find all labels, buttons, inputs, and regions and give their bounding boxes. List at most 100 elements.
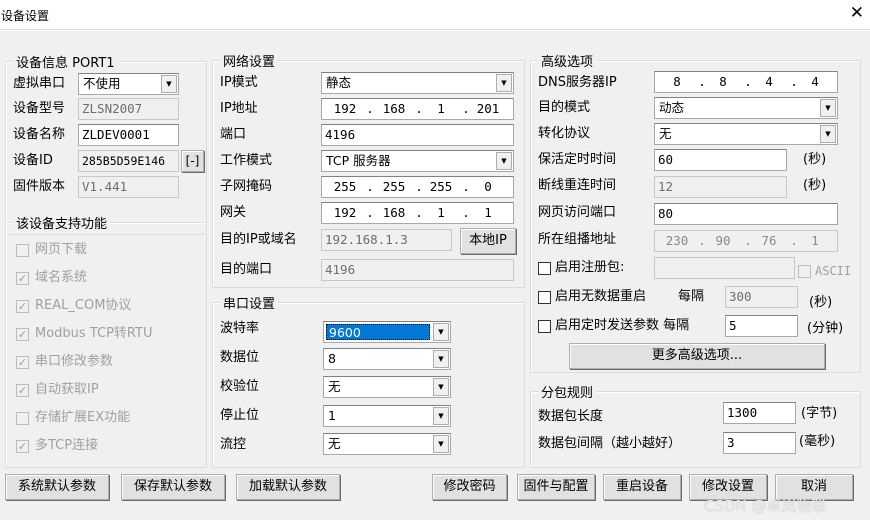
flow-select[interactable]: 无 ▼ [323, 433, 451, 455]
timed-send-checkbox[interactable] [538, 320, 551, 333]
baud-select[interactable]: 9600 ▼ [323, 321, 451, 343]
parity-select[interactable]: 无 ▼ [323, 376, 451, 398]
keepalive-field[interactable]: 60 [654, 149, 787, 171]
protocol-select[interactable]: 无 ▼ [654, 123, 838, 145]
feature-checkbox: ✓ [16, 300, 29, 313]
every-label: 每隔 [678, 289, 705, 304]
multicast-field: 230. 90. 76. 1 [654, 230, 838, 252]
dest-ip-field: 192.168.1.3 [321, 229, 452, 251]
device-id-button[interactable]: [-] [181, 150, 204, 172]
chevron-down-icon[interactable]: ▼ [496, 152, 512, 170]
ip-mode-select[interactable]: 静态 ▼ [321, 72, 514, 94]
protocol-label: 转化协议 [538, 126, 591, 141]
ip-mode-label: IP模式 [220, 75, 258, 90]
ascii-checkbox [798, 265, 811, 278]
packet-group: 分包规则 [530, 382, 861, 468]
ip-address-field[interactable]: 192. 168. 1. 201 [321, 98, 514, 120]
timed-send-field[interactable]: 5 [725, 315, 798, 337]
system-default-button[interactable]: 系统默认参数 [5, 474, 109, 500]
databits-label: 数据位 [220, 350, 260, 365]
feature-checkbox: ✓ [16, 356, 29, 369]
serial-title: 串口设置 [220, 293, 279, 312]
feature-label: 串口修改参数 [35, 354, 114, 369]
change-password-button[interactable]: 修改密码 [432, 474, 507, 500]
dialog-body: 设备信息 PORT1 虚拟串口 不使用 ▼ 设备型号 ZLSN2007 设备名称… [0, 31, 870, 520]
device-id-label: 设备ID [13, 153, 53, 168]
flow-label: 流控 [220, 437, 247, 452]
cancel-button[interactable]: 取消 [775, 474, 853, 500]
feature-label: Modbus TCP转RTU [35, 326, 153, 341]
device-id-field: 285B5D59E146 [78, 150, 179, 172]
device-name-label: 设备名称 [13, 127, 66, 142]
chevron-down-icon[interactable]: ▼ [433, 435, 449, 453]
firmware-config-button[interactable]: 固件与配置 [517, 474, 595, 500]
device-name-field[interactable]: ZLDEV0001 [78, 124, 179, 146]
model-label: 设备型号 [13, 101, 66, 116]
timed-send-unit: (分钟) [807, 321, 844, 336]
register-checkbox[interactable] [538, 262, 551, 275]
virtual-port-select[interactable]: 不使用 ▼ [78, 73, 179, 95]
packet-interval-field[interactable]: 3 [723, 432, 796, 454]
no-data-restart-label: 启用无数据重启 [555, 289, 647, 304]
feature-checkbox: ✓ [16, 440, 29, 453]
databits-select[interactable]: 8 ▼ [323, 348, 451, 370]
dest-port-field: 4196 [321, 259, 514, 281]
restart-button[interactable]: 重启设备 [603, 474, 681, 500]
packet-length-unit: (字节) [801, 406, 838, 421]
register-label: 启用注册包: [555, 260, 625, 275]
chevron-down-icon[interactable]: ▼ [433, 378, 449, 396]
dns-label: DNS服务器IP [538, 75, 617, 90]
keepalive-label: 保活定时时间 [538, 152, 617, 167]
dest-mode-select[interactable]: 动态 ▼ [654, 97, 838, 119]
no-data-unit: (秒) [809, 295, 833, 310]
local-ip-button[interactable]: 本地IP [460, 228, 516, 254]
parity-label: 校验位 [220, 379, 260, 394]
baud-label: 波特率 [220, 321, 260, 336]
modify-button[interactable]: 修改设置 [689, 474, 767, 500]
chevron-down-icon[interactable]: ▼ [496, 74, 512, 92]
gateway-label: 网关 [220, 205, 247, 220]
device-info-title: 设备信息 PORT1 [13, 52, 118, 71]
port-label: 端口 [220, 127, 247, 142]
subnet-mask-field[interactable]: 255. 255. 255. 0 [321, 176, 514, 198]
features-group: 该设备支持功能 [5, 213, 207, 468]
firmware-label: 固件版本 [13, 179, 66, 194]
gateway-field[interactable]: 192. 168. 1. 1 [321, 202, 514, 224]
close-icon[interactable]: ✕ [850, 4, 864, 22]
load-default-button[interactable]: 加载默认参数 [236, 474, 340, 500]
feature-label: 网页下载 [35, 242, 88, 257]
no-data-field: 300 [725, 286, 798, 308]
feature-checkbox: ✓ [16, 272, 29, 285]
chevron-down-icon[interactable]: ▼ [433, 407, 449, 425]
chevron-down-icon[interactable]: ▼ [820, 125, 836, 143]
work-mode-label: 工作模式 [220, 153, 273, 168]
feature-label: 域名系统 [35, 270, 88, 285]
web-port-label: 网页访问端口 [538, 205, 617, 220]
stopbits-label: 停止位 [220, 408, 260, 423]
dns-field[interactable]: 8. 8. 4. 4 [654, 71, 838, 93]
packet-interval-unit: (毫秒) [799, 434, 836, 449]
port-field[interactable]: 4196 [321, 124, 514, 146]
packet-title: 分包规则 [538, 382, 597, 401]
save-default-button[interactable]: 保存默认参数 [121, 474, 225, 500]
feature-checkbox: ✓ [16, 328, 29, 341]
chevron-down-icon[interactable]: ▼ [161, 75, 177, 93]
chevron-down-icon[interactable]: ▼ [433, 323, 449, 341]
register-field [654, 257, 795, 279]
network-title: 网络设置 [220, 51, 279, 70]
chevron-down-icon[interactable]: ▼ [433, 350, 449, 368]
work-mode-select[interactable]: TCP 服务器 ▼ [321, 150, 514, 172]
timed-send-label: 启用定时发送参数 每隔 [555, 318, 690, 333]
web-port-field[interactable]: 80 [654, 203, 838, 225]
virtual-port-label: 虚拟串口 [13, 76, 66, 91]
feature-label: 自动获取IP [35, 382, 99, 397]
more-options-button[interactable]: 更多高级选项... [569, 343, 825, 369]
packet-length-field[interactable]: 1300 [723, 402, 796, 424]
reconnect-unit: (秒) [803, 178, 827, 193]
port-name: PORT1 [72, 56, 115, 71]
chevron-down-icon[interactable]: ▼ [820, 99, 836, 117]
stopbits-select[interactable]: 1 ▼ [323, 405, 451, 427]
no-data-restart-checkbox[interactable] [538, 291, 551, 304]
feature-label: 存储扩展EX功能 [35, 410, 131, 425]
multicast-label: 所在组播地址 [538, 232, 617, 247]
